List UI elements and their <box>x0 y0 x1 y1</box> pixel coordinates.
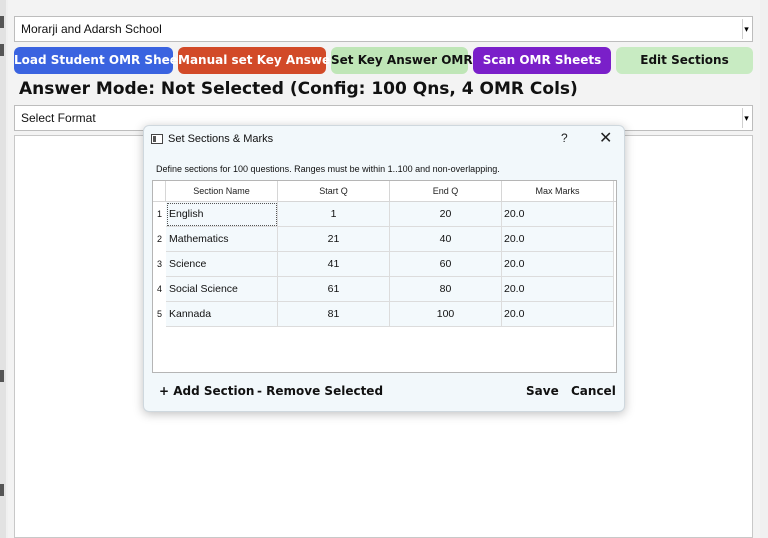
cancel-button[interactable]: Cancel <box>571 384 616 398</box>
sections-table: Section Name Start Q End Q Max Marks 1 E… <box>152 180 617 373</box>
end-q-cell[interactable]: 40 <box>390 227 502 252</box>
table-header: Section Name Start Q End Q Max Marks <box>153 181 616 202</box>
sections-dialog: Set Sections & Marks ? ✕ Define sections… <box>143 125 625 412</box>
start-q-cell[interactable]: 41 <box>278 252 390 277</box>
manual-key-answer-button[interactable]: Manual set Key Answer <box>178 47 336 74</box>
column-header-start-q[interactable]: Start Q <box>278 181 390 202</box>
corner-header <box>153 181 166 202</box>
end-q-cell[interactable]: 60 <box>390 252 502 277</box>
edge-marker <box>0 370 4 382</box>
edge-marker <box>0 484 4 496</box>
start-q-cell[interactable]: 61 <box>278 277 390 302</box>
table-row[interactable]: 3 Science 41 60 20.0 <box>153 252 616 277</box>
table-row[interactable]: 2 Mathematics 21 40 20.0 <box>153 227 616 252</box>
end-q-cell[interactable]: 100 <box>390 302 502 327</box>
edit-sections-button[interactable]: Edit Sections <box>616 47 753 74</box>
dropdown-arrow-icon[interactable]: ▾ <box>742 19 750 39</box>
start-q-cell[interactable]: 1 <box>278 202 390 227</box>
table-row[interactable]: 1 English 1 20 20.0 <box>153 202 616 227</box>
max-marks-cell[interactable]: 20.0 <box>502 202 614 227</box>
column-header-max-marks[interactable]: Max Marks <box>502 181 614 202</box>
row-number[interactable]: 4 <box>153 277 166 302</box>
row-number[interactable]: 1 <box>153 202 166 227</box>
table-row[interactable]: 4 Social Science 61 80 20.0 <box>153 277 616 302</box>
edge-marker <box>0 44 4 56</box>
save-button[interactable]: Save <box>526 384 559 398</box>
remove-selected-button[interactable]: - Remove Selected <box>257 384 383 398</box>
format-select-value: Select Format <box>21 111 96 125</box>
window-icon <box>151 134 163 144</box>
section-name-cell[interactable]: Social Science <box>166 277 278 302</box>
section-name-cell[interactable]: Science <box>166 252 278 277</box>
dropdown-arrow-icon[interactable]: ▾ <box>742 108 750 128</box>
section-name-cell[interactable]: Kannada <box>166 302 278 327</box>
help-button[interactable]: ? <box>561 131 568 145</box>
column-header-section-name[interactable]: Section Name <box>166 181 278 202</box>
end-q-cell[interactable]: 20 <box>390 202 502 227</box>
dialog-description: Define sections for 100 questions. Range… <box>156 164 500 174</box>
load-student-omr-button[interactable]: Load Student OMR Sheets <box>14 47 191 74</box>
section-name-cell[interactable]: English <box>166 202 278 227</box>
add-section-button[interactable]: + Add Section <box>159 384 254 398</box>
start-q-cell[interactable]: 21 <box>278 227 390 252</box>
scan-omr-sheets-button[interactable]: Scan OMR Sheets <box>473 47 611 74</box>
answer-mode-label: Answer Mode: Not Selected (Config: 100 Q… <box>19 79 578 99</box>
edge-marker <box>0 16 4 28</box>
max-marks-cell[interactable]: 20.0 <box>502 277 614 302</box>
end-q-cell[interactable]: 80 <box>390 277 502 302</box>
window-edge <box>0 0 6 538</box>
column-header-end-q[interactable]: End Q <box>390 181 502 202</box>
row-number[interactable]: 2 <box>153 227 166 252</box>
set-key-answer-omr-button[interactable]: Set Key Answer OMR <box>331 47 473 74</box>
close-icon[interactable]: ✕ <box>599 128 612 148</box>
max-marks-cell[interactable]: 20.0 <box>502 252 614 277</box>
max-marks-cell[interactable]: 20.0 <box>502 302 614 327</box>
max-marks-cell[interactable]: 20.0 <box>502 227 614 252</box>
row-number[interactable]: 5 <box>153 302 166 327</box>
row-number[interactable]: 3 <box>153 252 166 277</box>
section-name-cell[interactable]: Mathematics <box>166 227 278 252</box>
dialog-title: Set Sections & Marks <box>168 133 274 145</box>
start-q-cell[interactable]: 81 <box>278 302 390 327</box>
school-select-value: Morarji and Adarsh School <box>21 22 162 36</box>
table-row[interactable]: 5 Kannada 81 100 20.0 <box>153 302 616 327</box>
school-select[interactable]: Morarji and Adarsh School ▾ <box>14 16 753 42</box>
